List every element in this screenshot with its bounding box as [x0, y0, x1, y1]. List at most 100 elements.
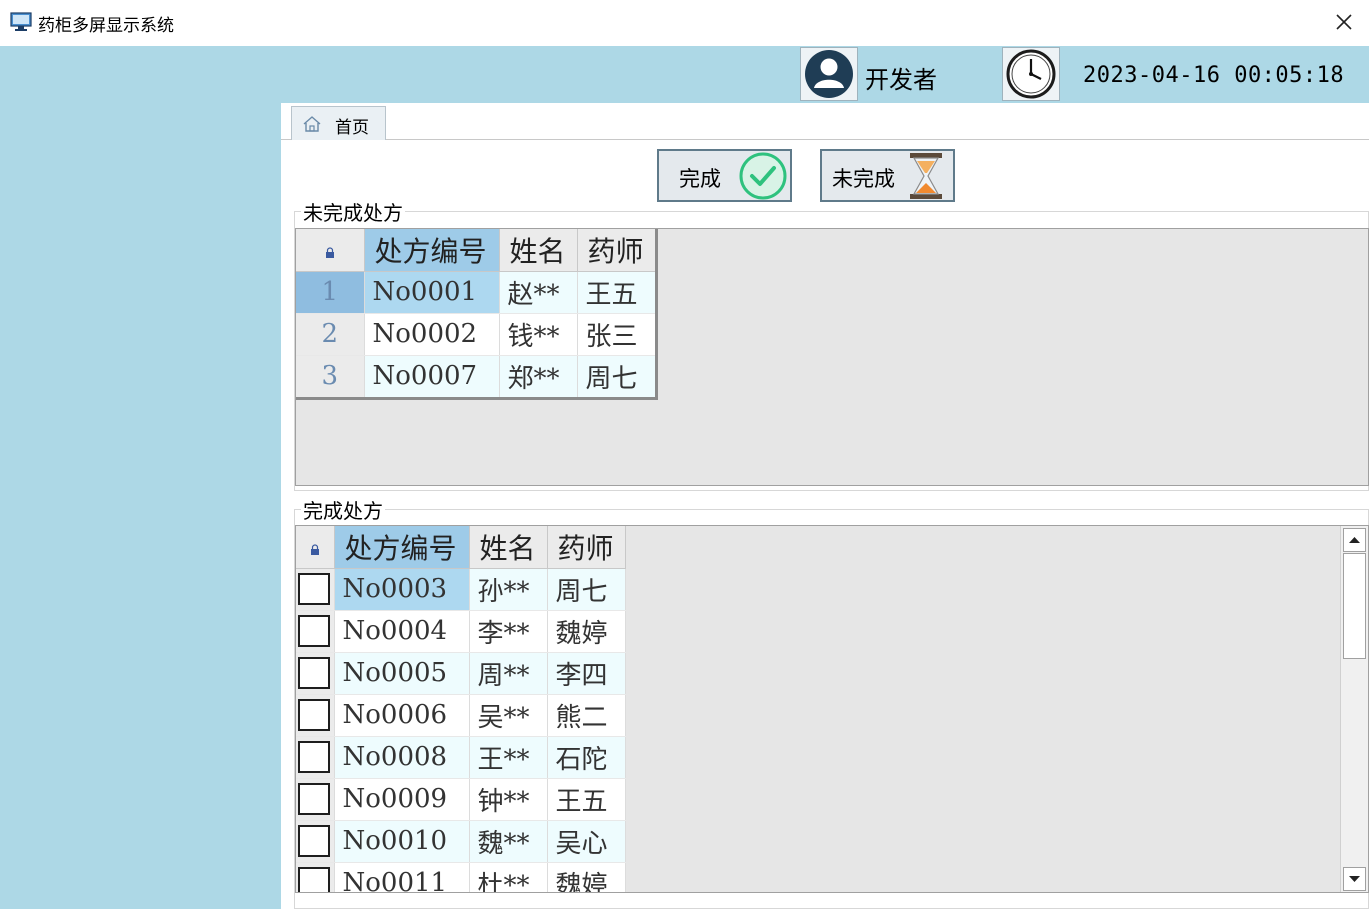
row-checkbox-cell[interactable] [296, 736, 335, 779]
pharmacist-cell[interactable]: 魏婷 [547, 610, 626, 653]
incomplete-prescriptions-table: 处方编号 姓名 药师 1 No0001 赵** 王五 2 No0002 钱** … [296, 229, 656, 398]
patient-name-cell[interactable]: 钟** [469, 778, 548, 821]
patient-name-cell[interactable]: 吴** [469, 694, 548, 737]
row-checkbox[interactable] [298, 699, 330, 731]
pharmacist-cell[interactable]: 魏婷 [547, 862, 626, 892]
clock-button [1002, 47, 1060, 101]
chevron-down-icon [1349, 876, 1360, 882]
prescription-id-cell[interactable]: No0004 [334, 610, 470, 653]
prescription-id-cell[interactable]: No0002 [364, 313, 500, 356]
patient-name-cell[interactable]: 杜** [469, 862, 548, 892]
title-bar: 药柜多屏显示系统 [0, 0, 1369, 46]
column-header-id[interactable]: 处方编号 [334, 526, 470, 569]
prescription-id-cell[interactable]: No0009 [334, 778, 470, 821]
table-row[interactable]: No0005 周** 李四 [296, 652, 626, 695]
row-checkbox-cell[interactable] [296, 652, 335, 695]
home-icon [303, 116, 321, 132]
row-checkbox[interactable] [298, 573, 330, 605]
complete-button[interactable]: 完成 [657, 149, 792, 202]
table-row[interactable]: No0004 李** 魏婷 [296, 610, 626, 653]
table-row[interactable]: No0008 王** 石陀 [296, 736, 626, 779]
prescription-id-cell[interactable]: No0011 [334, 862, 470, 892]
row-checkbox[interactable] [298, 825, 330, 857]
patient-name-cell[interactable]: 赵** [499, 271, 578, 314]
lock-icon [325, 247, 334, 259]
patient-name-cell[interactable]: 王** [469, 736, 548, 779]
complete-button-label: 完成 [679, 167, 721, 191]
corner-cell[interactable] [296, 229, 365, 272]
row-checkbox-cell[interactable] [296, 820, 335, 863]
prescription-id-cell[interactable]: No0006 [334, 694, 470, 737]
incomplete-prescriptions-grid[interactable]: 处方编号 姓名 药师 1 No0001 赵** 王五 2 No0002 钱** … [295, 228, 1369, 486]
scroll-down-button[interactable] [1343, 867, 1366, 891]
patient-name-cell[interactable]: 孙** [469, 568, 548, 611]
table-row[interactable]: 3 No0007 郑** 周七 [296, 355, 656, 398]
column-header-pharmacist[interactable]: 药师 [577, 229, 656, 272]
hourglass-icon [910, 153, 942, 199]
pharmacist-cell[interactable]: 李四 [547, 652, 626, 695]
patient-name-cell[interactable]: 周** [469, 652, 548, 695]
prescription-id-cell[interactable]: No0005 [334, 652, 470, 695]
pharmacist-cell[interactable]: 吴心 [547, 820, 626, 863]
pharmacist-cell[interactable]: 王五 [577, 271, 656, 314]
prescription-id-cell[interactable]: No0001 [364, 271, 500, 314]
tab-label: 首页 [335, 118, 369, 138]
column-header-id[interactable]: 处方编号 [364, 229, 500, 272]
complete-prescriptions-grid[interactable]: 处方编号 姓名 药师 No0003 孙** 周七 No0004 李** 魏婷 N… [295, 525, 1369, 893]
patient-name-cell[interactable]: 李** [469, 610, 548, 653]
row-checkbox-cell[interactable] [296, 862, 335, 892]
tab-home[interactable]: 首页 [291, 106, 386, 140]
column-header-name[interactable]: 姓名 [469, 526, 548, 569]
close-icon[interactable] [1330, 8, 1358, 36]
table-row[interactable]: No0009 钟** 王五 [296, 778, 626, 821]
pharmacist-cell[interactable]: 周七 [577, 355, 656, 398]
patient-name-cell[interactable]: 魏** [469, 820, 548, 863]
lock-icon [310, 544, 319, 556]
incomplete-button[interactable]: 未完成 [820, 149, 955, 202]
pharmacist-cell[interactable]: 熊二 [547, 694, 626, 737]
row-number[interactable]: 3 [296, 355, 365, 398]
pharmacist-cell[interactable]: 张三 [577, 313, 656, 356]
window-title: 药柜多屏显示系统 [38, 16, 174, 36]
row-number[interactable]: 2 [296, 313, 365, 356]
column-header-name[interactable]: 姓名 [499, 229, 578, 272]
row-checkbox[interactable] [298, 615, 330, 647]
prescription-id-cell[interactable]: No0003 [334, 568, 470, 611]
pharmacist-cell[interactable]: 周七 [547, 568, 626, 611]
prescription-id-cell[interactable]: No0010 [334, 820, 470, 863]
scroll-thumb[interactable] [1343, 553, 1366, 659]
row-checkbox[interactable] [298, 741, 330, 773]
row-number[interactable]: 1 [296, 271, 365, 314]
prescription-id-cell[interactable]: No0007 [364, 355, 500, 398]
column-header-pharmacist[interactable]: 药师 [547, 526, 626, 569]
monitor-icon [10, 12, 32, 31]
table-header-row: 处方编号 姓名 药师 [296, 526, 626, 569]
patient-name-cell[interactable]: 郑** [499, 355, 578, 398]
current-datetime: 2023-04-16 00:05:18 [1083, 63, 1345, 88]
row-checkbox-cell[interactable] [296, 694, 335, 737]
row-checkbox-cell[interactable] [296, 568, 335, 611]
prescription-id-cell[interactable]: No0008 [334, 736, 470, 779]
incomplete-prescriptions-title: 未完成处方 [301, 197, 405, 226]
table-row[interactable]: No0003 孙** 周七 [296, 568, 626, 611]
vertical-scrollbar[interactable] [1340, 526, 1368, 892]
row-checkbox-cell[interactable] [296, 610, 335, 653]
row-checkbox[interactable] [298, 867, 330, 892]
row-checkbox-cell[interactable] [296, 778, 335, 821]
user-avatar-icon [805, 50, 853, 98]
table-row[interactable]: No0006 吴** 熊二 [296, 694, 626, 737]
pharmacist-cell[interactable]: 王五 [547, 778, 626, 821]
table-row[interactable]: No0010 魏** 吴心 [296, 820, 626, 863]
table-row[interactable]: No0011 杜** 魏婷 [296, 862, 626, 892]
row-checkbox[interactable] [298, 657, 330, 689]
patient-name-cell[interactable]: 钱** [499, 313, 578, 356]
table-row[interactable]: 1 No0001 赵** 王五 [296, 271, 656, 314]
grid-bottom-edge [296, 397, 658, 400]
user-avatar[interactable] [800, 47, 858, 101]
grid-right-edge [655, 229, 658, 400]
pharmacist-cell[interactable]: 石陀 [547, 736, 626, 779]
row-checkbox[interactable] [298, 783, 330, 815]
table-row[interactable]: 2 No0002 钱** 张三 [296, 313, 656, 356]
scroll-up-button[interactable] [1343, 528, 1366, 552]
corner-cell[interactable] [296, 526, 335, 569]
